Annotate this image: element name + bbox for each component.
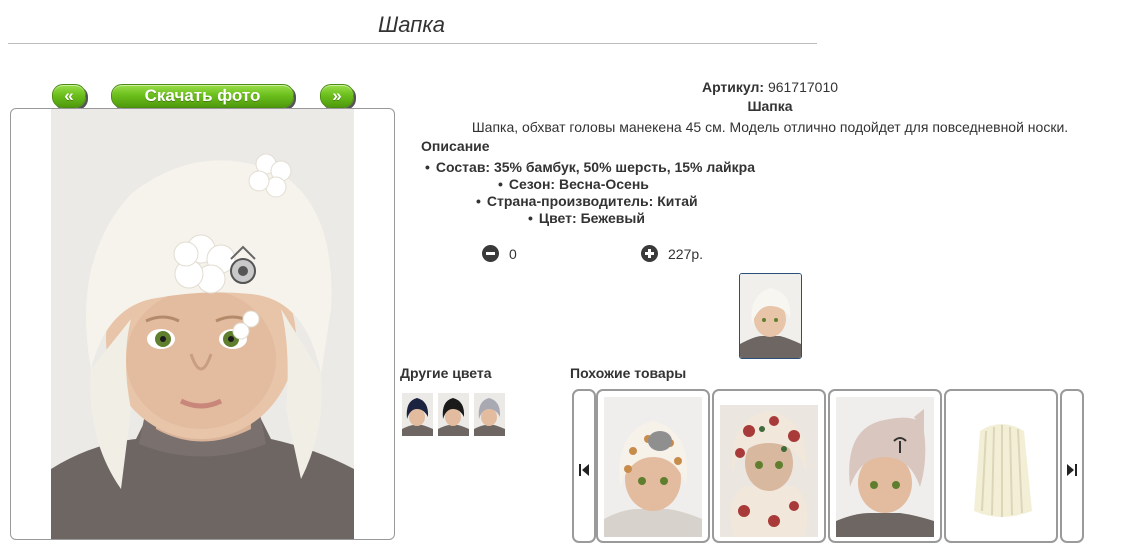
bullet-icon: • [425,159,430,175]
main-photo-frame [10,108,395,540]
color-swatch-grey[interactable] [474,393,505,436]
swatch-image [438,393,469,436]
color-swatch-black[interactable] [438,393,469,436]
prev-photo-button[interactable]: « [52,84,86,108]
other-colors-heading: Другие цвета [400,365,492,381]
spec-text: Цвет: Бежевый [538,210,645,226]
page-title: Шапка [378,12,445,37]
similar-product-image [604,397,702,537]
similar-product-card[interactable] [828,389,942,543]
title-divider [8,43,817,44]
article-label: Артикул: [701,79,765,95]
spec-item: • Сезон: Весна-Осень [498,176,649,192]
main-product-photo[interactable] [51,109,354,539]
product-name: Шапка [747,98,793,114]
spec-item: • Состав: 35% бамбук, 50% шерсть, 15% лай… [425,159,755,175]
bullet-icon: • [528,210,533,226]
spec-item: • Цвет: Бежевый [528,210,645,226]
photo-thumbnail[interactable] [739,273,802,359]
swatch-image [474,393,505,436]
skip-back-icon [579,463,589,481]
similar-product-image [836,397,934,537]
spec-text: Сезон: Весна-Осень [508,176,649,192]
spec-item: • Страна-производитель: Китай [476,193,698,209]
plus-circle-icon[interactable] [641,245,658,262]
article-value: 961717010 [767,79,839,95]
similar-product-image [952,397,1050,537]
bullet-icon: • [476,193,481,209]
article-row: Артикул: 961717010 [400,79,1127,95]
swatch-image [402,393,433,436]
color-swatch-navy[interactable] [402,393,433,436]
similar-product-image [720,405,818,537]
bullet-icon: • [498,176,503,192]
similar-product-card[interactable] [712,389,826,543]
similar-products-heading: Похожие товары [570,365,687,381]
spec-text: Состав: 35% бамбук, 50% шерсть, 15% лайк… [435,159,756,175]
similar-product-card[interactable] [596,389,710,543]
download-photo-button[interactable]: Скачать фото [111,84,294,108]
minus-circle-icon[interactable] [482,245,499,262]
thumbnail-image [740,274,801,358]
spec-text: Страна-производитель: Китай [486,193,698,209]
carousel-prev-button[interactable] [572,389,596,543]
skip-forward-icon [1067,463,1077,481]
quantity-value: 0 [509,246,517,262]
price-value: 227р. [668,246,704,262]
product-description: Шапка, обхват головы манекена 45 см. Мод… [471,119,1069,135]
description-heading: Описание [421,138,490,154]
carousel-next-button[interactable] [1060,389,1084,543]
similar-product-card[interactable] [944,389,1058,543]
next-photo-button[interactable]: » [320,84,354,108]
mannequin-hat-illustration [51,109,354,539]
